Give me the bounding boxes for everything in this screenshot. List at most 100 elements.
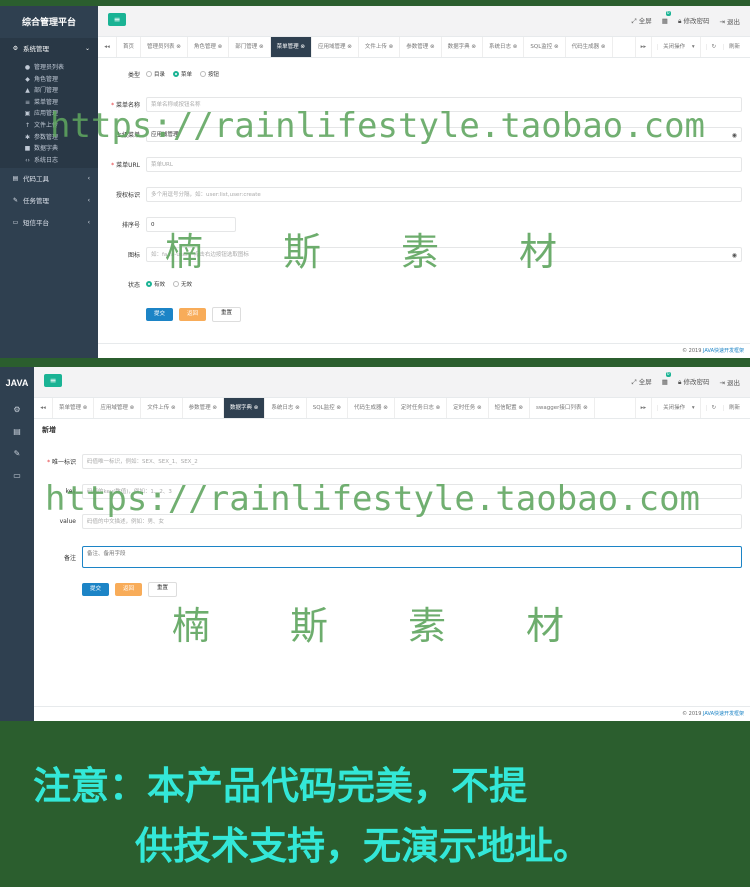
- back-button[interactable]: 返回: [179, 307, 207, 321]
- status-radio-invalid[interactable]: 无效: [173, 280, 192, 288]
- sidebar-group-code-tools[interactable]: ▤ 代码工具 ‹: [0, 168, 98, 190]
- close-operations-dropdown[interactable]: 关闭操作 ▾: [651, 37, 700, 57]
- close-icon[interactable]: ⊗: [295, 405, 300, 411]
- tab-job-logs[interactable]: 定时任务日志 ⊗: [395, 398, 448, 418]
- close-icon[interactable]: ⊗: [389, 44, 394, 50]
- order-input[interactable]: 0: [146, 216, 236, 232]
- tab-params[interactable]: 参数管理 ⊗: [400, 37, 442, 57]
- tab-upload[interactable]: 文件上传 ⊗: [141, 398, 183, 418]
- notification-button[interactable]: ▦ 0: [662, 10, 671, 25]
- tab-roles[interactable]: 角色管理 ⊗: [188, 37, 230, 57]
- change-password-button[interactable]: 🔒︎ 修改密码: [678, 376, 710, 387]
- eye-icon[interactable]: ◉: [732, 128, 737, 143]
- tab-menus[interactable]: 菜单管理 ⊗: [53, 398, 95, 418]
- tab-logs[interactable]: 系统日志 ⊗: [483, 37, 525, 57]
- tab-departments[interactable]: 部门管理 ⊗: [229, 37, 271, 57]
- close-icon[interactable]: ⊗: [436, 405, 441, 411]
- tab-sql[interactable]: SQL监控 ⊗: [524, 37, 566, 57]
- close-icon[interactable]: ⊗: [83, 405, 88, 411]
- refresh-button[interactable]: ↻ 刷新: [699, 37, 750, 57]
- tab-app-domains[interactable]: 应用域管理 ⊗: [312, 37, 359, 57]
- sidebar-group-system[interactable]: ⚙ 系统管理 ⌄: [0, 38, 98, 60]
- sidebar-task-button[interactable]: ✎: [0, 443, 34, 465]
- back-button[interactable]: 返回: [115, 582, 143, 596]
- sidebar-group-tasks[interactable]: ✎ 任务管理 ‹: [0, 190, 98, 212]
- key-input[interactable]: 码值的key(数值)，例如：1、2、3: [82, 483, 742, 499]
- reset-button[interactable]: 重置: [212, 306, 242, 322]
- sidebar-item-departments[interactable]: ▲ 部门管理: [0, 85, 98, 97]
- tab-dictionary[interactable]: 数据字典 ⊗: [442, 37, 484, 57]
- fullscreen-button[interactable]: ⤢ 全屏: [632, 376, 652, 387]
- fullscreen-button[interactable]: ⤢ 全屏: [632, 15, 652, 26]
- close-icon[interactable]: ⊗: [554, 44, 559, 50]
- tab-sql[interactable]: SQL监控 ⊗: [307, 398, 348, 418]
- reset-button[interactable]: 重置: [148, 581, 178, 597]
- sidebar-group-sms[interactable]: ▭ 短信平台 ‹: [0, 212, 98, 234]
- tabs-scroll-left-button[interactable]: ◂◂: [98, 37, 117, 57]
- status-radio-valid[interactable]: 有效: [146, 280, 165, 288]
- permission-input[interactable]: 多个用逗号分隔，如：user:list,user:create: [146, 186, 742, 202]
- parent-menu-input[interactable]: 应用域管理 ◉: [146, 126, 742, 143]
- menu-url-input[interactable]: 菜单URL: [146, 156, 742, 172]
- sidebar-item-upload[interactable]: ↑ 文件上传: [0, 120, 98, 132]
- tab-params[interactable]: 参数管理 ⊗: [183, 398, 224, 418]
- sidebar-gear-button[interactable]: ⚙: [0, 399, 34, 421]
- logout-button[interactable]: ⇥ 退出: [719, 377, 740, 387]
- sidebar-item-dictionary[interactable]: ■ 数据字典: [0, 143, 98, 155]
- type-radio-menu[interactable]: 菜单: [173, 70, 192, 78]
- footer-link[interactable]: JAVA快速开发框架: [703, 348, 744, 354]
- type-radio-button[interactable]: 按钮: [200, 70, 219, 78]
- logout-button[interactable]: ⇥ 退出: [719, 16, 740, 26]
- sidebar-monitor-button[interactable]: ▭: [0, 465, 34, 487]
- menu-toggle-button[interactable]: ≡: [108, 13, 126, 26]
- sidebar-item-roles[interactable]: ◆ 角色管理: [0, 74, 98, 86]
- change-password-button[interactable]: 🔒︎ 修改密码: [678, 15, 710, 26]
- close-icon[interactable]: ⊗: [583, 405, 588, 411]
- sidebar-item-logs[interactable]: ‹› 系统日志: [0, 155, 98, 167]
- sidebar-item-params[interactable]: ✱ 参数管理: [0, 132, 98, 144]
- remark-textarea[interactable]: [82, 546, 742, 568]
- footer-link[interactable]: JAVA快速开发框架: [703, 711, 744, 717]
- menu-toggle-button[interactable]: ≡: [44, 374, 62, 387]
- close-icon[interactable]: ⊗: [259, 44, 264, 50]
- close-icon[interactable]: ⊗: [601, 44, 606, 50]
- tab-codegen[interactable]: 代码生成器 ⊗: [566, 37, 613, 57]
- close-icon[interactable]: ⊗: [347, 44, 352, 50]
- tab-dictionary[interactable]: 数据字典 ⊗: [224, 398, 266, 418]
- tabs-scroll-right-button[interactable]: ▸▸: [634, 37, 652, 57]
- close-icon[interactable]: ⊗: [471, 44, 476, 50]
- close-icon[interactable]: ⊗: [130, 405, 135, 411]
- value-input[interactable]: 码值的中文描述，例如：男、女: [82, 513, 742, 529]
- tabs-scroll-left-button[interactable]: ◂◂: [34, 398, 53, 418]
- icon-input[interactable]: 如：fa fa-user，点击右边按钮选取图标 ◉: [146, 246, 742, 263]
- close-operations-dropdown[interactable]: 关闭操作 ▾: [651, 398, 700, 418]
- close-icon[interactable]: ⊗: [430, 44, 435, 50]
- tab-swagger[interactable]: swagger接口列表 ⊗: [530, 398, 595, 418]
- close-icon[interactable]: ⊗: [171, 405, 176, 411]
- sidebar-code-button[interactable]: ▤: [0, 421, 34, 443]
- close-icon[interactable]: ⊗: [218, 44, 223, 50]
- tab-home[interactable]: 首页: [117, 37, 142, 57]
- eye-icon[interactable]: ◉: [732, 248, 737, 263]
- close-icon[interactable]: ⊗: [383, 405, 388, 411]
- close-icon[interactable]: ⊗: [300, 44, 305, 50]
- close-icon[interactable]: ⊗: [336, 405, 341, 411]
- refresh-button[interactable]: ↻ 刷新: [699, 398, 750, 418]
- tab-sms-config[interactable]: 短信配置 ⊗: [489, 398, 530, 418]
- tab-logs[interactable]: 系统日志 ⊗: [265, 398, 307, 418]
- notification-button[interactable]: ▦ 0: [662, 371, 671, 386]
- type-radio-directory[interactable]: 目录: [146, 70, 165, 78]
- tabs-scroll-right-button[interactable]: ▸▸: [634, 398, 652, 418]
- tab-upload[interactable]: 文件上传 ⊗: [359, 37, 401, 57]
- close-icon[interactable]: ⊗: [176, 44, 181, 50]
- tab-app-domains[interactable]: 应用域管理 ⊗: [94, 398, 142, 418]
- tab-admin-list[interactable]: 管理员列表 ⊗: [141, 37, 188, 57]
- sidebar-item-menus[interactable]: ≡ 菜单管理: [0, 97, 98, 109]
- tab-jobs[interactable]: 定时任务 ⊗: [447, 398, 489, 418]
- close-icon[interactable]: ⊗: [477, 405, 482, 411]
- close-icon[interactable]: ⊗: [254, 405, 259, 411]
- close-icon[interactable]: ⊗: [513, 44, 518, 50]
- submit-button[interactable]: 提交: [82, 582, 110, 596]
- close-icon[interactable]: ⊗: [518, 405, 523, 411]
- code-input[interactable]: 码值唯一标识，例如：SEX、SEX_1、SEX_2: [82, 453, 742, 469]
